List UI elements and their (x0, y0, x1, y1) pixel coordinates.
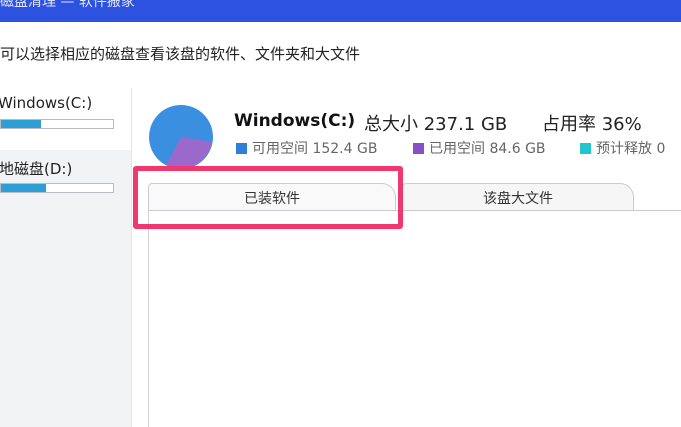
legend-expected-release: 预计释放 0 (580, 138, 665, 158)
legend-swatch-release (580, 143, 591, 154)
drive-sidebar: Windows(C:) 本地磁盘(D:) (0, 88, 132, 427)
title-bar: 磁盘清理 — 软件搬家 (0, 0, 681, 22)
disk-total-size: 总大小 237.1 GB (364, 114, 508, 135)
legend-text: 可用空间 152.4 GB (252, 141, 378, 157)
tab-large-files[interactable]: 该盘大文件 (402, 183, 634, 211)
drive-name: 本地磁盘(D:) (0, 160, 73, 178)
instruction-text: 可以选择相应的磁盘查看该盘的软件、文件夹和大文件 (0, 45, 361, 63)
disk-usage-rate: 占用率 36% (542, 114, 642, 135)
legend-text: 预计释放 0 (596, 141, 666, 157)
legend-swatch-used (413, 143, 424, 154)
disk-usage-pie-icon (149, 105, 213, 169)
sidebar-item-drive-d[interactable]: 本地磁盘(D:) (0, 152, 131, 214)
legend-used-space: 已用空间 84.6 GB (413, 138, 546, 158)
disk-name: Windows(C:) (234, 111, 356, 131)
drive-usage-fill (1, 120, 42, 128)
drive-usage-bar (0, 183, 114, 193)
drive-usage-fill (1, 184, 46, 192)
sidebar-item-drive-c[interactable]: Windows(C:) (0, 88, 131, 150)
legend-text: 已用空间 84.6 GB (429, 141, 546, 157)
legend-free-space: 可用空间 152.4 GB (236, 138, 377, 158)
highlight-annotation (133, 166, 403, 229)
drive-name: Windows(C:) (0, 94, 93, 112)
legend-swatch-free (236, 143, 247, 154)
window-title: 磁盘清理 — 软件搬家 (0, 0, 135, 10)
tab-content-pane (148, 211, 681, 427)
drive-usage-bar (0, 119, 114, 129)
